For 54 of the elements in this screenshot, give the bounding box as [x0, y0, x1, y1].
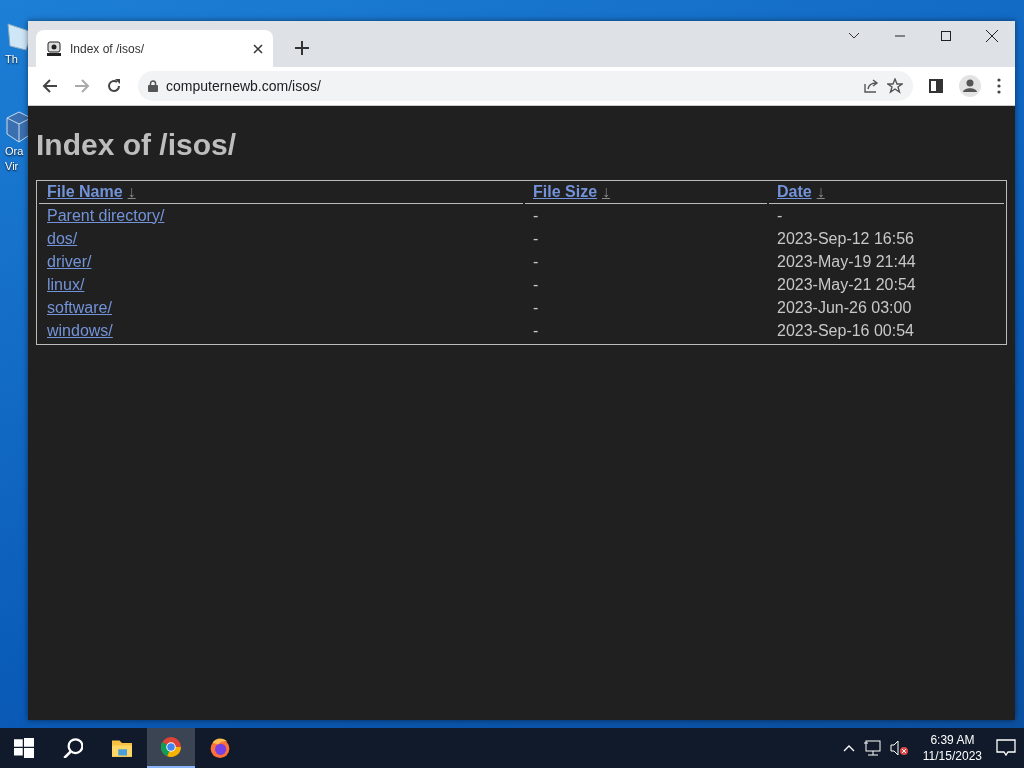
folder-icon: [112, 738, 132, 758]
directory-link[interactable]: software/: [47, 298, 112, 316]
directory-link[interactable]: windows/: [47, 321, 113, 339]
table-cell: -: [533, 206, 539, 224]
profile-icon[interactable]: [959, 75, 981, 97]
close-icon[interactable]: [986, 30, 998, 42]
windows-logo-icon: [14, 738, 34, 758]
table-cell: -: [777, 206, 783, 224]
table-cell: -: [533, 275, 539, 293]
firefox-icon: [210, 738, 230, 758]
muted-speaker-icon[interactable]: [888, 740, 909, 756]
clock[interactable]: 6:39 AM 11/15/2023: [922, 732, 982, 764]
table-cell: -: [533, 321, 539, 339]
icon-label: Vir: [4, 159, 19, 174]
table-cell: 2023-Sep-12 16:56: [777, 229, 914, 247]
reload-icon[interactable]: [106, 78, 122, 94]
column-header-link[interactable]: File Size: [533, 183, 598, 200]
address-bar[interactable]: computernewb.com/isos/: [138, 71, 913, 101]
close-icon[interactable]: [253, 43, 263, 54]
star-icon[interactable]: [887, 78, 903, 94]
table-cell: 2023-Sep-16 00:54: [777, 321, 914, 339]
table-cell: 2023-Jun-26 03:00: [777, 298, 912, 316]
plus-icon[interactable]: [295, 41, 309, 55]
column-header-link[interactable]: File Name: [47, 183, 123, 200]
chevron-down-icon[interactable]: [848, 32, 860, 40]
sort-arrow-link[interactable]: ↓: [602, 183, 611, 200]
icon-label: Ora: [4, 144, 24, 159]
side-panel-icon[interactable]: [929, 79, 943, 93]
search-icon: [63, 738, 83, 758]
directory-link[interactable]: driver/: [47, 252, 92, 270]
table-cell: 2023-May-19 21:44: [777, 252, 916, 270]
computer-icon: [46, 40, 62, 57]
maximize-icon[interactable]: [941, 31, 951, 41]
directory-link[interactable]: linux/: [47, 275, 85, 293]
menu-icon[interactable]: [997, 78, 1001, 94]
notification-icon[interactable]: [996, 739, 1016, 757]
browser-tab[interactable]: Index of /isos/: [36, 30, 273, 67]
network-icon[interactable]: [862, 740, 881, 756]
column-header-link[interactable]: Date: [777, 183, 812, 200]
table-cell: -: [533, 298, 539, 316]
lock-icon: [148, 80, 158, 92]
table-cell: -: [533, 229, 539, 247]
sort-arrow-link[interactable]: ↓: [816, 183, 825, 200]
table-cell: 2023-May-21 20:54: [777, 275, 916, 293]
page-heading: Index of /isos/: [36, 128, 237, 162]
back-icon[interactable]: [42, 78, 58, 94]
chevron-up-icon[interactable]: [842, 744, 855, 752]
share-icon[interactable]: [863, 78, 879, 94]
directory-link[interactable]: dos/: [47, 229, 78, 247]
sort-arrow-link[interactable]: ↓: [127, 183, 136, 200]
table-cell: -: [533, 252, 539, 270]
directory-link[interactable]: Parent directory/: [47, 206, 165, 224]
icon-label: Th: [4, 52, 18, 67]
chrome-icon: [161, 737, 181, 757]
